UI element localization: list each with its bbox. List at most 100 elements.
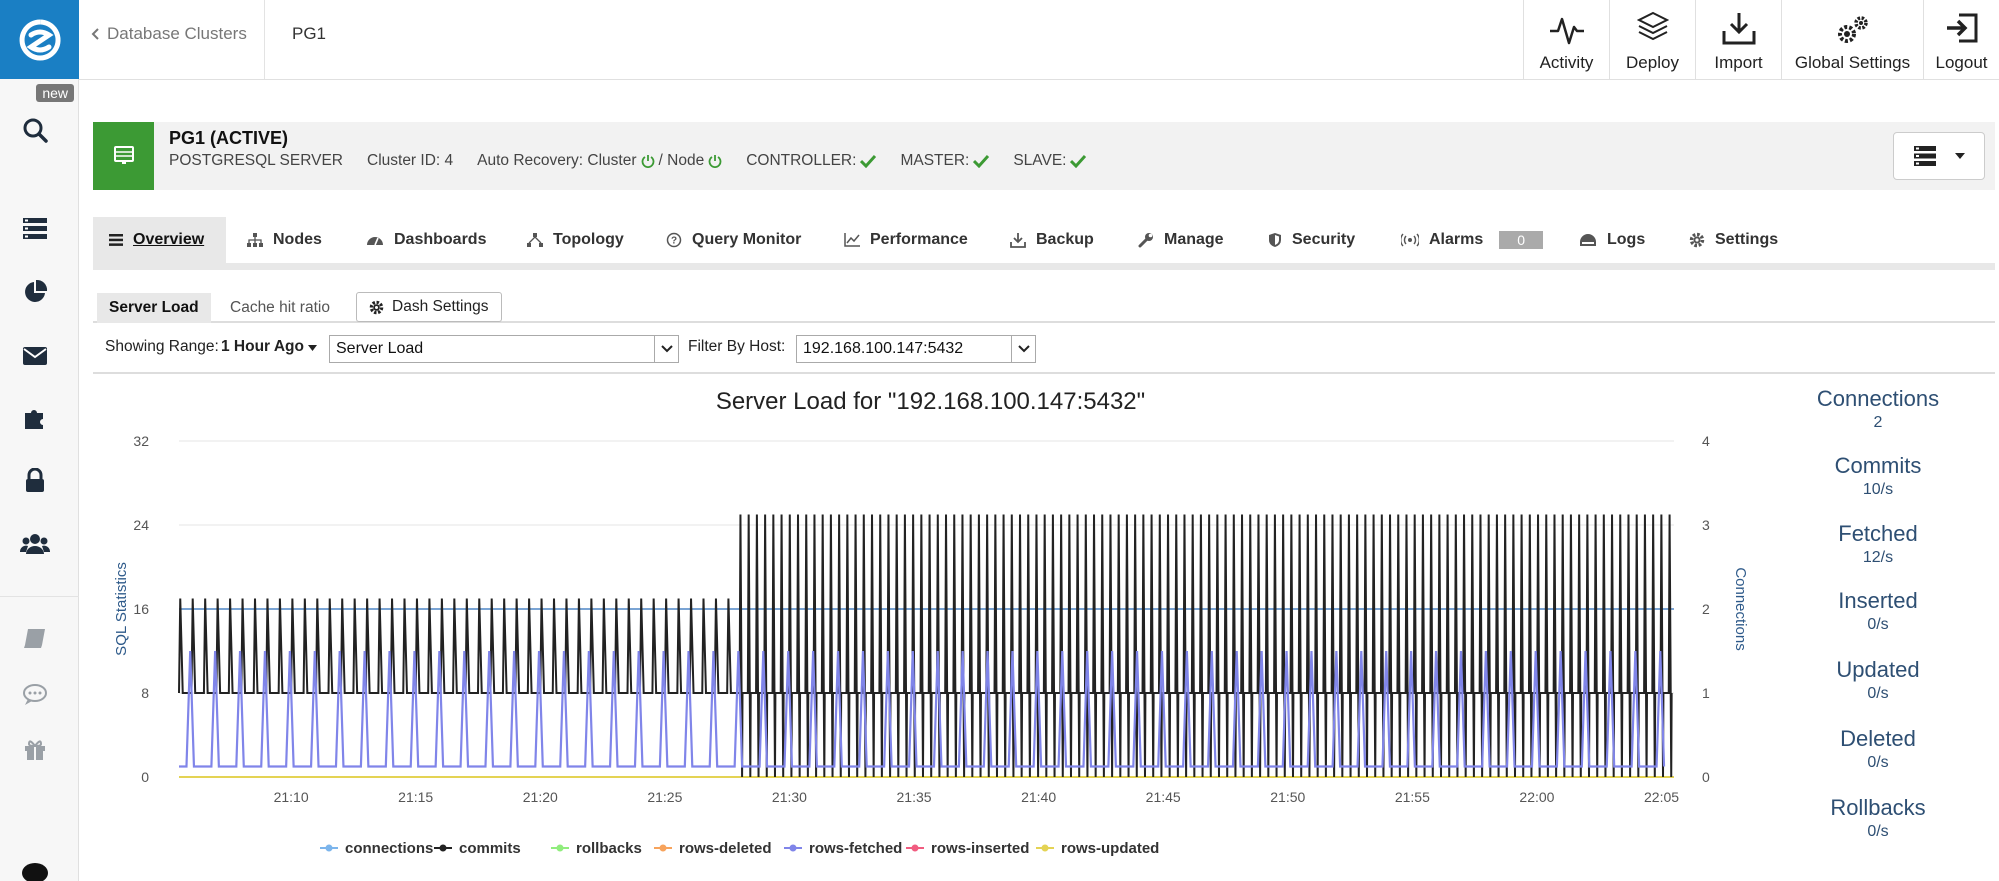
stat-rollbacks: Rollbacks 0/s [1793,795,1963,841]
range-value: 1 Hour Ago [221,338,304,355]
x-tick-label: 21:30 [772,789,807,805]
topology-icon [527,233,543,247]
broadcast-icon [1401,233,1419,247]
activity-icon [1549,17,1584,45]
tab-label: Dashboards [394,231,487,248]
puzzle-icon[interactable] [20,403,50,433]
chat-icon[interactable] [20,680,50,710]
tab-overview[interactable]: Overview [93,217,227,263]
cluster-meta: POSTGRESQL SERVER Cluster ID: 4 Auto Rec… [169,152,1087,170]
users-icon[interactable] [20,529,50,559]
stat-connections: Connections 2 [1793,386,1963,432]
app-logo[interactable] [0,0,79,79]
line-chart-icon [844,233,860,247]
tab-label: Settings [1715,231,1779,248]
y2-tick-label: 1 [1702,685,1710,701]
tab-manage[interactable]: Manage [1138,217,1224,263]
logs-icon [1580,234,1596,246]
server-icon [93,122,154,190]
dash-settings-button[interactable]: Dash Settings [356,292,502,322]
legend-connections-marker [325,844,333,852]
host-select-value: 192.168.100.147:5432 [803,340,964,357]
import-label: Import [1714,53,1763,72]
y-tick-label: 0 [141,769,149,785]
gift-icon[interactable] [20,735,50,765]
import-button[interactable]: Import [1695,0,1781,79]
tab-security[interactable]: Security [1268,217,1355,263]
breadcrumb-back-link[interactable]: Database Clusters [91,24,247,44]
tab-backup[interactable]: Backup [1010,217,1094,263]
tab-nodes[interactable]: Nodes [247,217,322,263]
stat-name: Fetched [1838,521,1918,546]
query-icon: ? [666,232,682,248]
logo-icon [19,19,61,60]
range-dropdown[interactable]: 1 Hour Ago [221,338,318,356]
new-badge: new [36,84,74,102]
wrench-icon [1138,233,1153,248]
gear-icon [1689,232,1705,248]
gear-icon [369,300,384,314]
activity-button[interactable]: Activity [1523,0,1609,79]
tab-alarms[interactable]: Alarms 0 [1401,217,1544,263]
pie-chart-icon[interactable] [20,277,50,307]
legend-rows-updated-marker [1041,844,1049,852]
help-chat-icon[interactable] [20,858,50,881]
subtab-server-load[interactable]: Server Load [97,293,211,323]
tab-topology[interactable]: Topology [527,217,624,263]
legend-connections-label: connections [345,840,433,857]
stat-value: 2 [1873,414,1883,431]
deploy-label: Deploy [1626,53,1679,72]
tab-label: Manage [1164,231,1224,248]
legend-rows-deleted-marker [659,844,667,852]
y-axis-title: SQL Statistics [113,562,130,656]
y-tick-label: 8 [141,685,149,701]
search-icon[interactable] [20,115,50,145]
tab-label: Performance [870,231,968,248]
deploy-button[interactable]: Deploy [1609,0,1695,79]
list-icon [109,234,123,246]
x-tick-label: 21:25 [647,789,682,805]
global-settings-label: Global Settings [1794,53,1911,72]
clusters-list-icon[interactable] [20,213,50,243]
y-tick-label: 24 [133,517,149,533]
series-commits-line [178,514,1673,778]
tab-logs[interactable]: Logs [1579,217,1645,263]
stat-updated: Updated 0/s [1793,657,1963,703]
tab-settings[interactable]: Settings [1689,217,1778,263]
mail-icon[interactable] [20,341,50,371]
book-icon[interactable] [20,623,50,653]
tab-performance[interactable]: Performance [844,217,968,263]
x-tick-label: 21:55 [1395,789,1430,805]
tab-label: Security [1292,231,1356,248]
dashboard-select[interactable]: Server Load [329,335,679,363]
tab-dashboards[interactable]: Dashboards [366,217,486,263]
tab-query-monitor[interactable]: ? Query Monitor [666,217,801,263]
tab-label: Overview [133,231,205,248]
check-icon [860,154,877,168]
y-tick-label: 32 [133,433,149,449]
legend-rollbacks-marker [556,844,564,852]
breadcrumb-divider [264,0,265,79]
sitemap-icon [247,233,263,247]
caret-down-icon [1954,153,1965,159]
global-settings-button[interactable]: Global Settings [1781,0,1923,79]
lock-icon[interactable] [20,466,50,496]
y2-tick-label: 3 [1702,517,1710,533]
tab-label: Logs [1607,231,1646,248]
top-bar: Database Clusters PG1 Activity Deploy Im… [79,0,1999,80]
dash-settings-label: Dash Settings [392,298,489,315]
dashboard-icon [367,237,383,246]
x-tick-label: 22:00 [1519,789,1554,805]
logout-button[interactable]: Logout [1923,0,1999,79]
chart-title: Server Load for "192.168.100.147:5432" [715,388,1146,415]
alarm-count-badge: 0 [1499,231,1544,249]
x-tick-label: 21:40 [1021,789,1056,805]
cluster-actions-dropdown[interactable] [1893,132,1985,180]
x-tick-label: 21:15 [398,789,433,805]
check-icon [973,154,990,168]
subtab-cache-hit-ratio[interactable]: Cache hit ratio [218,293,342,323]
chart-canvas: 0 8 16 24 32 0 1 2 3 4 21:10 21:15 21:20 21:25 21:30 21… [113,433,1749,857]
host-select[interactable]: 192.168.100.147:5432 [796,335,1036,363]
legend-rows-fetched-label: rows-fetched [809,840,902,857]
power-icon [708,155,722,168]
